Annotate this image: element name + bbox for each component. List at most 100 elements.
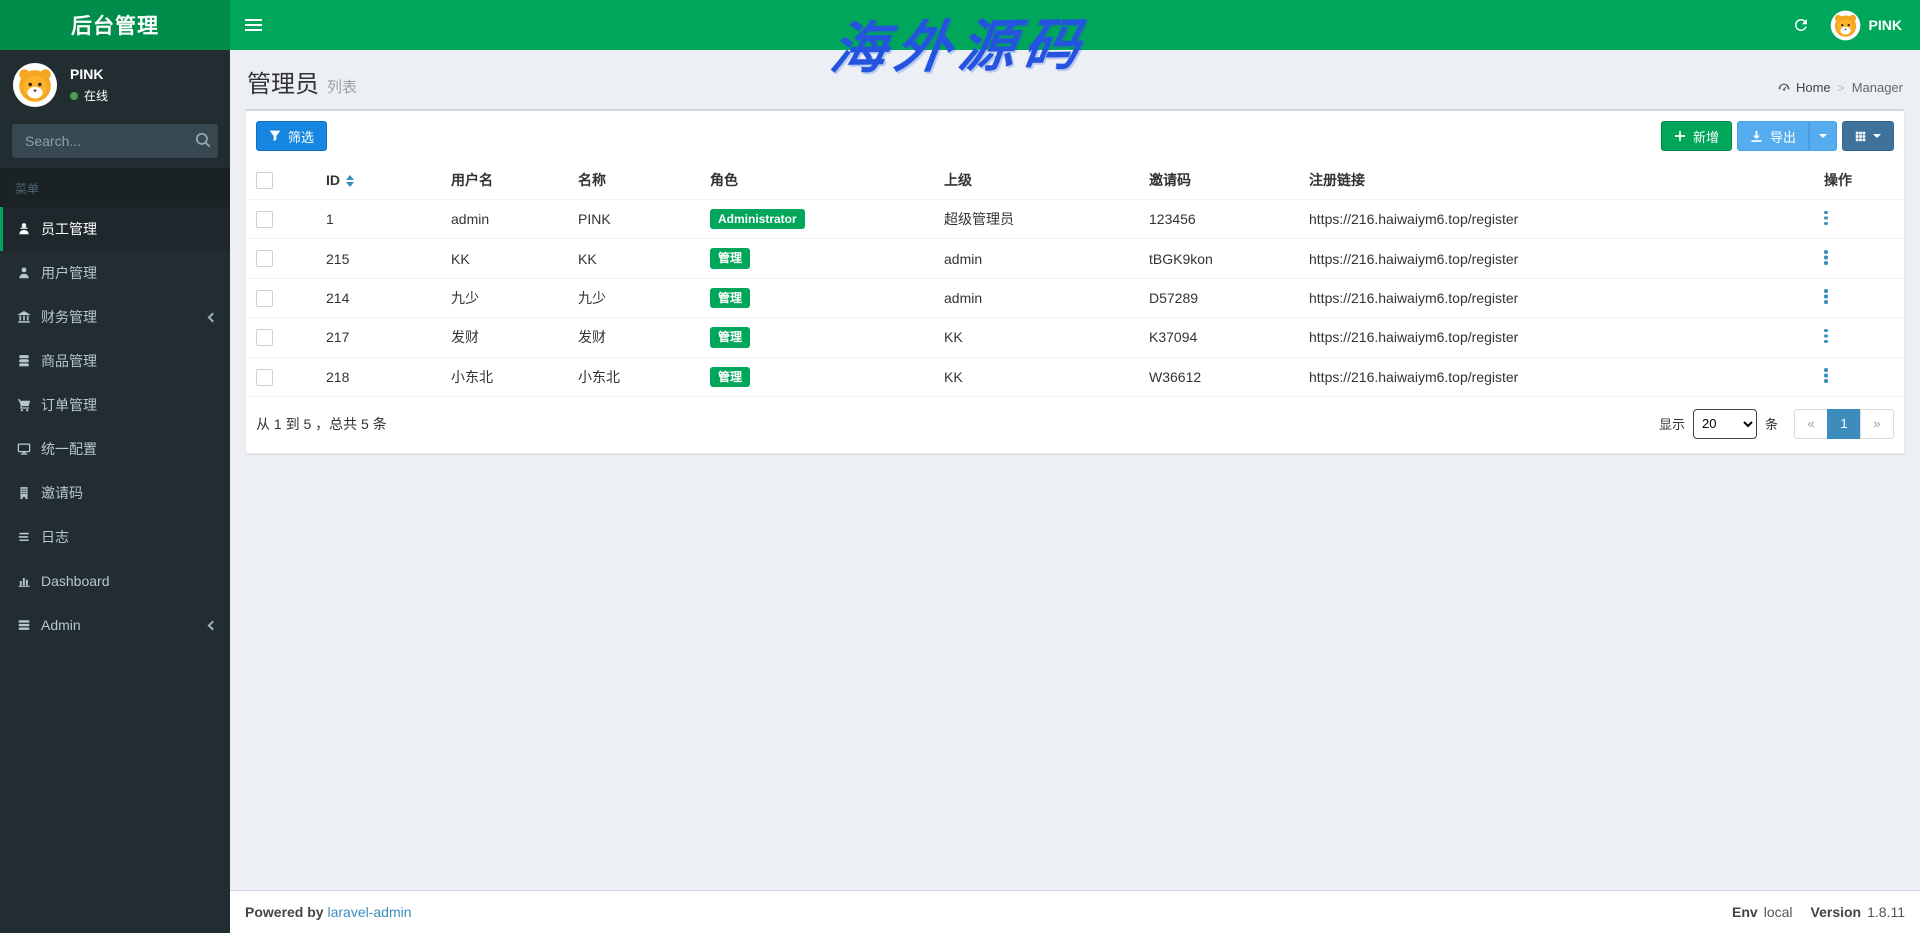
table-row: 215 KK KK 管理 admin tBGK9kon https://216.… (246, 239, 1904, 278)
sidebar-item-finance[interactable]: 财务管理 (0, 295, 230, 339)
cell-parent: KK (934, 357, 1139, 396)
monitor-icon (17, 442, 31, 456)
sort-icon (346, 175, 354, 187)
search-icon (194, 131, 212, 149)
cell-id: 218 (316, 357, 441, 396)
sidebar-search (12, 124, 218, 158)
pagination-page-1[interactable]: 1 (1827, 409, 1861, 439)
cell-invite-code: K37094 (1139, 318, 1299, 357)
bank-icon (17, 310, 31, 324)
user-icon (17, 266, 31, 280)
sidebar: PINK 在线 菜单 员工管理 用户管理 (0, 50, 230, 933)
sidebar-item-orders[interactable]: 订单管理 (0, 383, 230, 427)
cell-register-link: https://216.haiwaiym6.top/register (1299, 318, 1804, 357)
cell-parent: KK (934, 318, 1139, 357)
row-actions-icon[interactable] (1824, 288, 1828, 304)
per-page-select[interactable]: 20 (1693, 409, 1757, 439)
sidebar-item-admin[interactable]: Admin (0, 603, 230, 647)
search-input[interactable] (12, 124, 218, 158)
sidebar-user-panel: PINK 在线 (0, 50, 230, 118)
lion-avatar (1830, 10, 1861, 41)
export-button-label: 导出 (1770, 127, 1796, 146)
column-header-invite-code: 邀请码 (1139, 161, 1299, 200)
column-header-actions: 操作 (1804, 161, 1904, 200)
breadcrumb-separator: > (1838, 81, 1845, 95)
user-menu[interactable]: PINK (1830, 10, 1902, 41)
cell-id: 214 (316, 278, 441, 317)
navbar: PINK (230, 0, 1920, 50)
table-row: 218 小东北 小东北 管理 KK W36612 https://216.hai… (246, 357, 1904, 396)
online-status-icon (70, 92, 78, 100)
cell-username: 发财 (441, 318, 568, 357)
column-header-parent: 上级 (934, 161, 1139, 200)
export-button[interactable]: 导出 (1737, 121, 1809, 151)
column-selector-button[interactable] (1842, 121, 1894, 151)
sidebar-item-products[interactable]: 商品管理 (0, 339, 230, 383)
laravel-admin-link[interactable]: laravel-admin (327, 904, 411, 920)
cart-icon (17, 398, 31, 412)
sidebar-item-label: 订单管理 (41, 395, 97, 415)
cell-invite-code: tBGK9kon (1139, 239, 1299, 278)
cell-name: 九少 (568, 278, 700, 317)
row-checkbox[interactable] (256, 329, 273, 346)
cell-username: KK (441, 239, 568, 278)
sidebar-item-staff[interactable]: 员工管理 (0, 207, 230, 251)
app-logo[interactable]: 后台管理 (0, 0, 230, 50)
sidebar-item-invite-codes[interactable]: 邀请码 (0, 471, 230, 515)
select-all-checkbox[interactable] (256, 172, 273, 189)
download-icon (1750, 130, 1763, 143)
pagination-next[interactable]: » (1860, 409, 1894, 439)
per-page-label: 显示 (1659, 414, 1685, 433)
export-dropdown-toggle[interactable] (1809, 121, 1837, 151)
role-badge: 管理 (710, 288, 750, 308)
page-title: 管理员 (247, 71, 319, 98)
chevron-left-icon (208, 620, 218, 630)
manager-table: ID 用户名 名称 角色 上级 邀请码 注册链接 操作 (246, 161, 1904, 397)
env-value: local (1764, 904, 1793, 920)
table-row: 214 九少 九少 管理 admin D57289 https://216.ha… (246, 278, 1904, 317)
table-summary: 从 1 到 5 ，总共 5 条 (256, 414, 387, 434)
column-header-register-link: 注册链接 (1299, 161, 1804, 200)
filter-icon (269, 130, 281, 142)
row-actions-icon[interactable] (1824, 210, 1828, 226)
dashboard-icon (1777, 81, 1791, 95)
row-actions-icon[interactable] (1824, 328, 1828, 344)
cell-username: 九少 (441, 278, 568, 317)
breadcrumb-home[interactable]: Home (1777, 80, 1831, 95)
building-icon (17, 486, 31, 500)
sidebar-item-label: Dashboard (41, 573, 110, 589)
search-button[interactable] (194, 131, 212, 152)
table-header-row: ID 用户名 名称 角色 上级 邀请码 注册链接 操作 (246, 161, 1904, 200)
filter-button[interactable]: 筛选 (256, 121, 327, 151)
cell-invite-code: D57289 (1139, 278, 1299, 317)
row-checkbox[interactable] (256, 290, 273, 307)
cell-parent: admin (934, 239, 1139, 278)
row-checkbox[interactable] (256, 250, 273, 267)
sidebar-item-users[interactable]: 用户管理 (0, 251, 230, 295)
staff-icon (17, 222, 31, 236)
sidebar-menu: 员工管理 用户管理 财务管理 商品管理 订单管理 统一配置 (0, 207, 230, 647)
cell-username: admin (441, 200, 568, 239)
sidebar-item-logs[interactable]: 日志 (0, 515, 230, 559)
row-checkbox[interactable] (256, 369, 273, 386)
refresh-button[interactable] (1792, 16, 1810, 34)
version-value: 1.8.11 (1867, 904, 1905, 920)
sidebar-item-config[interactable]: 统一配置 (0, 427, 230, 471)
sidebar-item-dashboard[interactable]: Dashboard (0, 559, 230, 603)
sidebar-user-name: PINK (70, 66, 108, 82)
filter-button-label: 筛选 (288, 127, 314, 146)
role-badge: 管理 (710, 327, 750, 347)
row-actions-icon[interactable] (1824, 367, 1828, 383)
sidebar-item-label: 统一配置 (41, 439, 97, 459)
sidebar-toggle-button[interactable] (230, 0, 276, 50)
column-header-id[interactable]: ID (316, 161, 441, 200)
row-checkbox[interactable] (256, 211, 273, 228)
cell-parent: admin (934, 278, 1139, 317)
column-header-name: 名称 (568, 161, 700, 200)
pagination-prev[interactable]: « (1794, 409, 1828, 439)
row-actions-icon[interactable] (1824, 249, 1828, 265)
role-badge: Administrator (710, 209, 805, 229)
create-button[interactable]: 新增 (1661, 121, 1732, 151)
page-footer: Powered by laravel-admin EnvlocalVersion… (230, 890, 1920, 933)
top-bar: 后台管理 PINK (0, 0, 1920, 50)
